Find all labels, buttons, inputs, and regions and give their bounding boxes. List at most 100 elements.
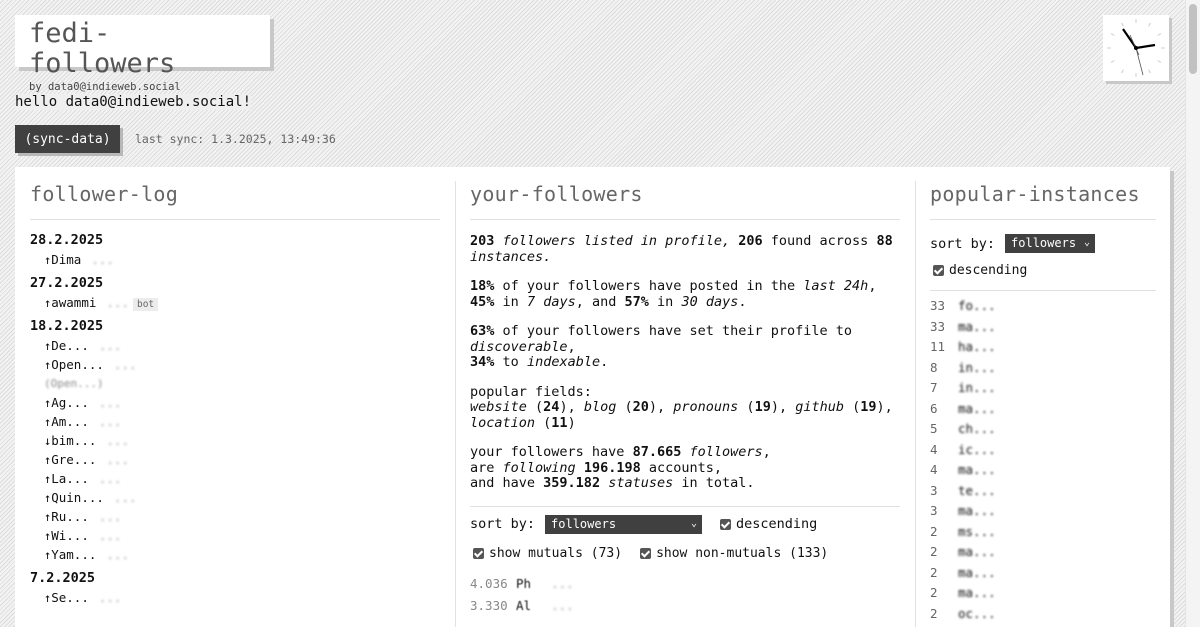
instance-count: 5 <box>930 421 938 436</box>
log-entry-detail: ... <box>91 252 114 267</box>
follower-log-title: follower-log <box>30 182 179 206</box>
greeting: hello data0@indieweb.social! <box>15 94 252 110</box>
log-entry-name: La... <box>51 471 89 486</box>
chevron-down-icon: ⌄ <box>691 517 698 529</box>
instance-row[interactable]: 8 in... <box>930 358 1156 379</box>
instance-count: 2 <box>930 523 938 539</box>
instance-count: 2 <box>930 605 938 621</box>
log-date: 28.2.2025 <box>30 232 104 248</box>
follower-detail: ... <box>551 575 574 591</box>
log-entry-name: Gre... <box>51 452 97 467</box>
log-entry-name: De... <box>51 338 89 353</box>
log-entry[interactable]: ↑Gre...... <box>30 450 440 469</box>
instance-row[interactable]: 6 ma... <box>930 399 1156 420</box>
log-entry[interactable]: ↓bim...... <box>30 431 440 450</box>
page-scrollbar[interactable] <box>1185 0 1200 627</box>
instance-name: ic... <box>958 441 996 457</box>
instance-count: 2 <box>930 585 938 600</box>
sync-data-button[interactable]: (sync-data) <box>15 125 120 153</box>
log-entry[interactable]: ↑La...... <box>30 469 440 488</box>
popular-instances-column: popular-instances sort by: followers ⌄ d… <box>930 167 1156 627</box>
follower-count: 4.036 <box>470 575 508 591</box>
divider <box>930 219 1156 220</box>
instance-row[interactable]: 3 ma... <box>930 501 1156 522</box>
descending-checkbox[interactable]: descending <box>720 516 817 532</box>
instance-row[interactable]: 7 in... <box>930 378 1156 399</box>
instance-row[interactable]: 2 ma... <box>930 583 1156 604</box>
instance-row[interactable]: 5 ch... <box>930 419 1156 440</box>
log-date: 18.2.2025 <box>30 318 104 334</box>
log-date: 7.2.2025 <box>30 570 96 586</box>
scrollbar-thumb[interactable] <box>1189 4 1197 74</box>
stats-discoverability: 63% of your followers have set their pro… <box>470 323 853 370</box>
instance-row[interactable]: 33 fo... <box>930 296 1156 317</box>
instance-count: 33 <box>930 318 946 334</box>
follower-row[interactable]: 4.036 Ph... <box>470 573 900 595</box>
log-entry[interactable]: ↑Ru...... <box>30 507 440 526</box>
instance-row[interactable]: 4 ma... <box>930 460 1156 481</box>
app-author: by data0@indieweb.social <box>29 81 181 93</box>
log-entry[interactable]: ↑Quin...... <box>30 488 440 507</box>
log-entry-name: Se... <box>51 590 89 605</box>
log-entry-detail: ... <box>98 528 122 543</box>
popular-instances-title: popular-instances <box>930 182 1140 206</box>
instance-row[interactable]: 2 ma... <box>930 563 1156 584</box>
instance-row[interactable]: 2 ma... <box>930 542 1156 563</box>
log-entry[interactable]: ↑Open...... <box>30 355 440 374</box>
instance-row[interactable]: 4 ic... <box>930 440 1156 461</box>
log-entry[interactable]: ↑awammi... bot <box>30 293 440 312</box>
show-non-mutuals-checkbox[interactable]: show non-mutuals (133) <box>640 546 828 561</box>
your-followers-title: your-followers <box>470 182 643 206</box>
instance-count: 11 <box>930 339 946 354</box>
instance-row[interactable]: 2 oc... <box>930 604 1156 625</box>
log-entry-name: Ru... <box>51 509 89 524</box>
stats-activity: 18% of your followers have posted in the… <box>470 278 877 310</box>
instance-count: 3 <box>930 482 938 498</box>
log-entry[interactable]: ↑Se...... <box>30 588 440 607</box>
app-title-box: fedi-followers by data0@indieweb.social <box>15 15 270 93</box>
follower-count: 3.330 <box>470 597 508 613</box>
log-entry-name: bim... <box>51 433 97 448</box>
log-entry-detail: ... <box>106 295 129 310</box>
instance-name: ma... <box>958 544 996 559</box>
bot-badge: bot <box>132 298 159 311</box>
instance-row[interactable]: 3 te... <box>930 481 1156 502</box>
instances-list: 33 fo... 33 ma... 11 ha... 8 in... 7 in... 6 ma... 5… <box>930 296 1156 624</box>
instance-name: ma... <box>958 585 996 600</box>
instance-row[interactable]: 2 ms... <box>930 522 1156 543</box>
instance-name: te... <box>958 482 996 498</box>
log-entry-name: Wi... <box>51 528 89 543</box>
stats-totals: your followers have 87.665 followers, ar… <box>470 444 771 491</box>
instance-name: in... <box>958 380 996 395</box>
followers-sort-select[interactable]: followers ⌄ <box>545 514 703 534</box>
instances-descending-checkbox[interactable]: descending <box>930 263 1156 278</box>
log-entry[interactable]: ↑Ag...... <box>30 393 440 412</box>
instance-name: ms... <box>958 523 996 539</box>
column-divider <box>915 181 916 627</box>
instances-sort-controls: sort by: followers ⌄ <box>930 234 1156 253</box>
instance-row[interactable]: 11 ha... <box>930 337 1156 358</box>
follower-log-column: follower-log 28.2.2025 ↑Dima... 27.2.2025 ↑… <box>30 167 440 627</box>
divider <box>930 290 1156 291</box>
follower-row[interactable]: 3.330 Al... <box>470 595 900 617</box>
log-date: 27.2.2025 <box>30 275 104 291</box>
log-entry-name: Ag... <box>51 395 89 410</box>
log-entry-detail: ... <box>113 490 137 505</box>
log-entry-detail: ... <box>98 590 122 605</box>
instances-sort-select[interactable]: followers ⌄ <box>1005 234 1096 253</box>
log-entry[interactable]: ↑Wi...... <box>30 526 440 545</box>
follower-name: Ph <box>516 575 532 591</box>
log-entry[interactable]: ↑Yam...... <box>30 545 440 564</box>
instance-row[interactable]: 33 ma... <box>930 317 1156 338</box>
log-entry-detail: ... <box>113 357 137 372</box>
sort-label: sort by: <box>930 235 996 252</box>
log-entry[interactable]: ↑Dima... <box>30 250 440 269</box>
show-mutuals-checkbox[interactable]: show mutuals (73) <box>473 546 622 561</box>
follower-log-list: 28.2.2025 ↑Dima... 27.2.2025 ↑awammi... bot 1… <box>30 232 440 607</box>
follower-name: Al <box>516 597 532 613</box>
followers-list: 4.036 Ph... 3.330 Al... <box>470 573 900 617</box>
log-entry-detail: ... <box>98 471 122 486</box>
log-entry[interactable]: ↑Am...... <box>30 412 440 431</box>
log-entry[interactable]: ↑De...... <box>30 336 440 355</box>
log-entry-detail: ... <box>98 414 122 429</box>
